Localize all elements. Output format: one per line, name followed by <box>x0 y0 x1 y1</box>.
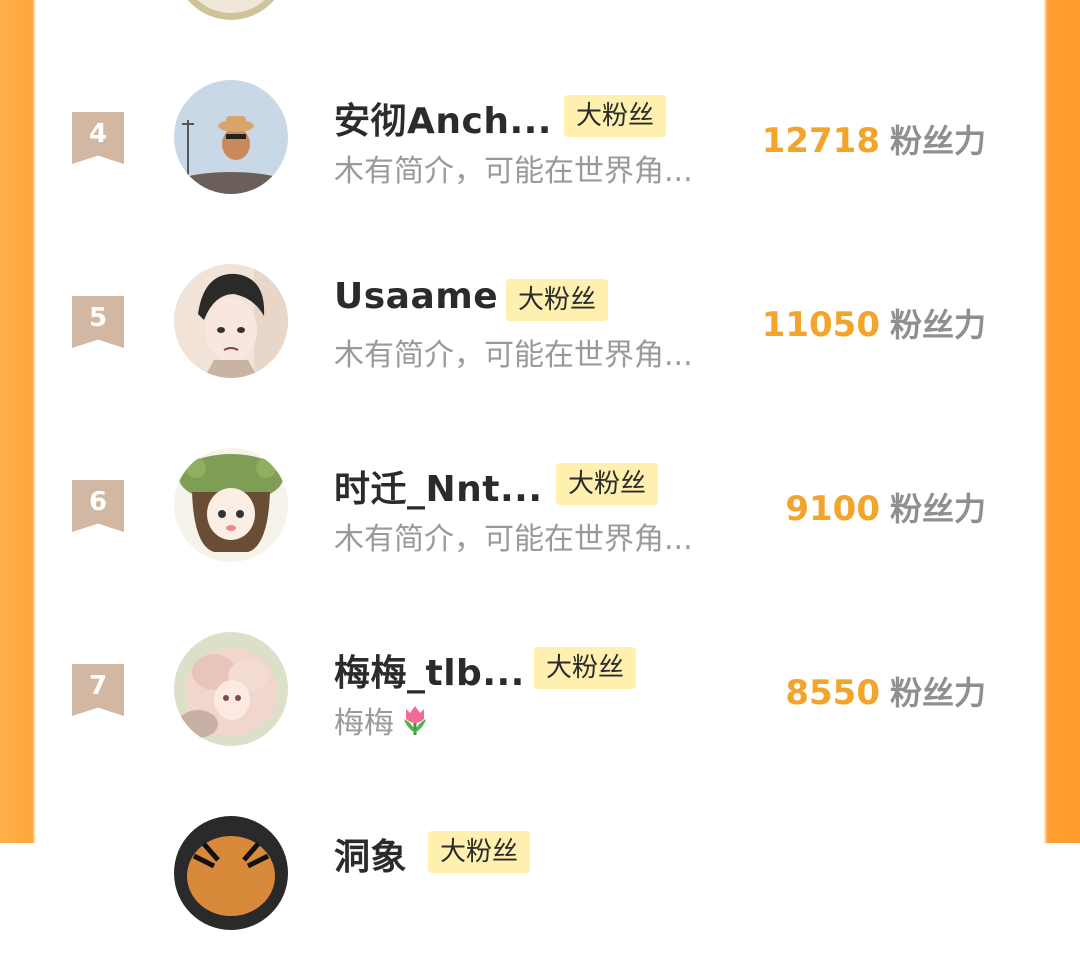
user-intro: 木有简介，可能在世界角... <box>334 522 693 557</box>
avatar-chibi-frog-hat-icon <box>174 448 288 562</box>
fan-level-badge: 大粉丝 <box>428 831 531 873</box>
fan-level-badge: 大粉丝 <box>534 647 637 689</box>
rank-badge: 5 <box>72 296 124 348</box>
fan-power: 9100 粉丝力 <box>785 484 986 530</box>
avatar[interactable] <box>174 632 288 746</box>
avatar[interactable] <box>174 448 288 562</box>
fan-power-value: 9100 <box>785 489 880 529</box>
user-name[interactable]: Usaame <box>334 276 498 317</box>
list-item[interactable]: 7 梅梅_tlb... 大粉丝 梅梅 8550 粉丝力 <box>36 612 1044 796</box>
fan-level-badge: 大粉丝 <box>564 95 667 137</box>
list-item[interactable]: 4 安彻Anch... 大粉丝 木有简介，可能在世界角... 12718 粉丝力 <box>36 60 1044 244</box>
fan-power-value: 11050 <box>761 305 880 345</box>
fan-level-badge: 大粉丝 <box>556 463 659 505</box>
list-item[interactable]: 6 时迁_Nnt... 大粉丝 木有简介，可能在世界角... 9100 粉丝力 <box>36 428 1044 612</box>
fan-power-unit: 粉丝力 <box>889 306 986 344</box>
avatar[interactable] <box>174 80 288 194</box>
rank-badge: 6 <box>72 480 124 532</box>
user-name[interactable]: 洞象 <box>334 828 407 880</box>
fan-level-badge: 大粉丝 <box>506 279 609 321</box>
user-intro: 木有简介，可能在世界角... <box>334 338 693 373</box>
avatar-anime-boy-icon <box>174 264 288 378</box>
rank-badge: 4 <box>72 112 124 164</box>
fan-power: 12718 粉丝力 <box>762 116 986 162</box>
user-name[interactable]: 梅梅_tlb... <box>334 644 525 696</box>
fan-power: 8550 粉丝力 <box>785 668 986 714</box>
fan-power-value: 12718 <box>761 121 880 161</box>
list-item[interactable]: 5 Usaame 大粉丝 木有简介，可能在世界角... 11050 粉丝力 <box>36 244 1044 428</box>
tulip-emoji-icon <box>404 706 426 735</box>
fan-power-value: 8550 <box>785 673 880 713</box>
ranking-frame: 4 安彻Anch... 大粉丝 木有简介，可能在世界角... 12718粉丝力 <box>0 0 1080 930</box>
fan-power-unit: 粉丝力 <box>889 674 986 712</box>
avatar-bear-sunglasses-icon <box>174 80 288 194</box>
user-name[interactable]: 时迁_Nnt... <box>334 460 543 512</box>
list-item[interactable]: 洞象 大粉丝 <box>36 796 1044 980</box>
avatar-previous[interactable] <box>174 0 288 20</box>
fan-ranking-list: 4 安彻Anch... 大粉丝 木有简介，可能在世界角... 12718粉丝力 <box>36 0 1044 930</box>
avatar[interactable] <box>174 264 288 378</box>
fan-power: 11050 粉丝力 <box>762 300 986 346</box>
avatar[interactable] <box>174 816 288 930</box>
avatar-tiger-icon <box>174 816 288 930</box>
user-name[interactable]: 安彻Anch... <box>334 92 552 144</box>
user-intro: 木有简介，可能在世界角... <box>334 154 693 189</box>
rank-badge: 7 <box>72 664 124 716</box>
fan-power-unit: 粉丝力 <box>889 490 986 528</box>
avatar-pastel-girl-icon <box>174 632 288 746</box>
fan-power-unit: 粉丝力 <box>889 122 986 160</box>
user-intro-text: 梅梅 <box>334 706 394 741</box>
user-intro: 梅梅 <box>334 698 432 742</box>
